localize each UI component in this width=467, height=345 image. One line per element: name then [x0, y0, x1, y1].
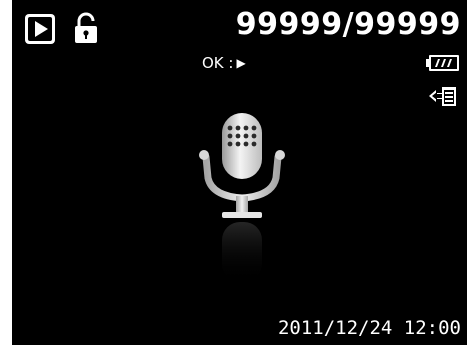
ok-label: OK :	[202, 54, 234, 72]
ok-play-hint: OK : ▶	[202, 54, 246, 72]
camera-playback-screen: 99999/99999 OK : ▶ 2011/12/24 12:00	[12, 0, 467, 345]
playback-mode-icon	[25, 14, 55, 44]
battery-full-icon	[426, 55, 459, 71]
dpof-transfer-icon	[429, 87, 456, 106]
date-time-stamp: 2011/12/24 12:00	[277, 317, 461, 339]
microphone-icon	[199, 113, 285, 282]
file-counter: 99999/99999	[235, 7, 461, 42]
play-triangle-icon: ▶	[236, 56, 246, 70]
lock-icon	[75, 12, 97, 43]
